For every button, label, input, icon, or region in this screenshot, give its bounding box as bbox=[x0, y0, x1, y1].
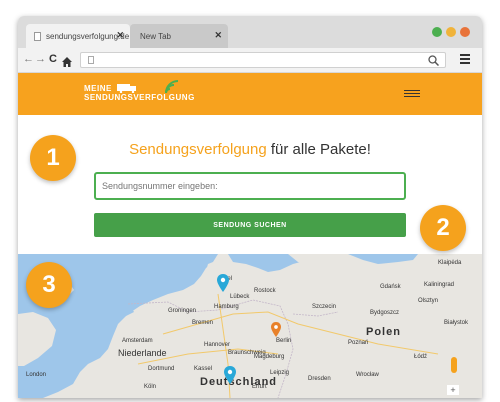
map-label-niederlande: Niederlande bbox=[118, 348, 167, 358]
step-badge-1: 1 bbox=[30, 135, 76, 181]
window-maximize-dot[interactable] bbox=[432, 27, 442, 37]
map-label-amsterdam: Amsterdam bbox=[122, 338, 153, 344]
map-marker-hamburg[interactable] bbox=[217, 274, 229, 292]
page-icon bbox=[88, 56, 94, 64]
browser-window: sendungsverfolgung.de ✕ New Tab ✕ ← → C … bbox=[18, 16, 482, 398]
menu-icon[interactable] bbox=[460, 54, 470, 66]
street-view-pegman-icon[interactable] bbox=[451, 357, 457, 373]
map-label-poznan: Poznań bbox=[348, 340, 369, 346]
map-label-bydgoszcz: Bydgoszcz bbox=[370, 310, 400, 316]
back-icon[interactable]: ← bbox=[23, 53, 34, 66]
address-bar[interactable] bbox=[80, 52, 446, 68]
map-label-groningen: Groningen bbox=[168, 308, 197, 314]
forward-icon[interactable]: → bbox=[35, 53, 46, 66]
map-label-olsztyn: Olsztyn bbox=[418, 298, 439, 304]
map-label-klaipeda: Klaipėda bbox=[438, 260, 462, 266]
window-minimize-dot[interactable] bbox=[446, 27, 456, 37]
search-icon[interactable] bbox=[428, 53, 440, 71]
map-label-wroclaw: Wrocław bbox=[356, 372, 379, 378]
tracking-number-input[interactable] bbox=[94, 172, 406, 200]
zoom-in-icon[interactable]: + bbox=[447, 385, 459, 395]
headline-accent: Sendungsverfolgung bbox=[129, 141, 267, 158]
map-label-polen: Polen bbox=[366, 326, 401, 338]
map-label-koeln: Köln bbox=[144, 384, 157, 390]
map-label-erfurt: Erfurt bbox=[252, 384, 267, 390]
map-label-bialystok: Białystok bbox=[444, 320, 469, 326]
step-badge-3: 3 bbox=[26, 262, 72, 308]
map-label-luebeck: Lübeck bbox=[230, 294, 250, 300]
map-label-szczecin: Szczecin bbox=[312, 304, 337, 310]
reload-icon[interactable]: C bbox=[49, 53, 57, 66]
window-close-dot[interactable] bbox=[460, 27, 470, 37]
hamburger-menu-icon[interactable] bbox=[404, 90, 420, 99]
search-shipment-button[interactable]: SENDUNG SUCHEN bbox=[94, 213, 406, 237]
map-label-kassel: Kassel bbox=[194, 366, 213, 372]
tab-sendungsverfolgung[interactable]: sendungsverfolgung.de ✕ bbox=[26, 24, 130, 48]
headline-rest: für alle Pakete! bbox=[266, 141, 371, 158]
map-marker-germany[interactable] bbox=[224, 366, 236, 384]
document-icon bbox=[34, 31, 41, 41]
browser-toolbar: ← → C bbox=[18, 48, 482, 73]
map-label-hannover: Hannover bbox=[204, 342, 231, 348]
map-label-dresden: Dresden bbox=[308, 376, 331, 382]
close-tab-icon[interactable]: ✕ bbox=[116, 31, 124, 40]
home-icon[interactable] bbox=[62, 54, 72, 72]
map-label-dortmund: Dortmund bbox=[148, 366, 175, 372]
map-marker-berlin[interactable] bbox=[271, 322, 281, 337]
map-label-hamburg: Hamburg bbox=[214, 304, 239, 310]
tab-bar: sendungsverfolgung.de ✕ New Tab ✕ bbox=[18, 16, 482, 48]
tab-label: New Tab bbox=[140, 31, 171, 41]
page-headline: Sendungsverfolgung für alle Pakete! bbox=[18, 141, 482, 158]
tab-new-tab[interactable]: New Tab ✕ bbox=[130, 24, 228, 48]
step-badge-2: 2 bbox=[420, 205, 466, 251]
map-label-berlin: Berlin bbox=[276, 338, 292, 344]
map-label-magdeburg: Magdeburg bbox=[254, 354, 285, 360]
site-header: MEINE SENDUNGSVERFOLGUNG bbox=[18, 73, 482, 115]
site-logo[interactable]: MEINE SENDUNGSVERFOLGUNG bbox=[84, 80, 195, 102]
map-label-bremen: Bremen bbox=[192, 320, 214, 326]
logo-line1: MEINE bbox=[84, 84, 112, 93]
close-tab-icon[interactable]: ✕ bbox=[214, 31, 222, 40]
map-label-leipzig: Leipzig bbox=[270, 370, 290, 376]
map-label-lodz: Łódź bbox=[414, 354, 428, 360]
map-view[interactable]: Niederlande Deutschland Polen Hamburg Be… bbox=[18, 254, 482, 398]
map-label-kaliningrad: Kaliningrad bbox=[424, 282, 455, 288]
signal-icon bbox=[165, 80, 179, 94]
map-label-london: London bbox=[26, 372, 47, 378]
map-label-gdansk: Gdańsk bbox=[380, 284, 401, 290]
map-label-rostock: Rostock bbox=[254, 288, 276, 294]
truck-icon bbox=[116, 84, 136, 94]
